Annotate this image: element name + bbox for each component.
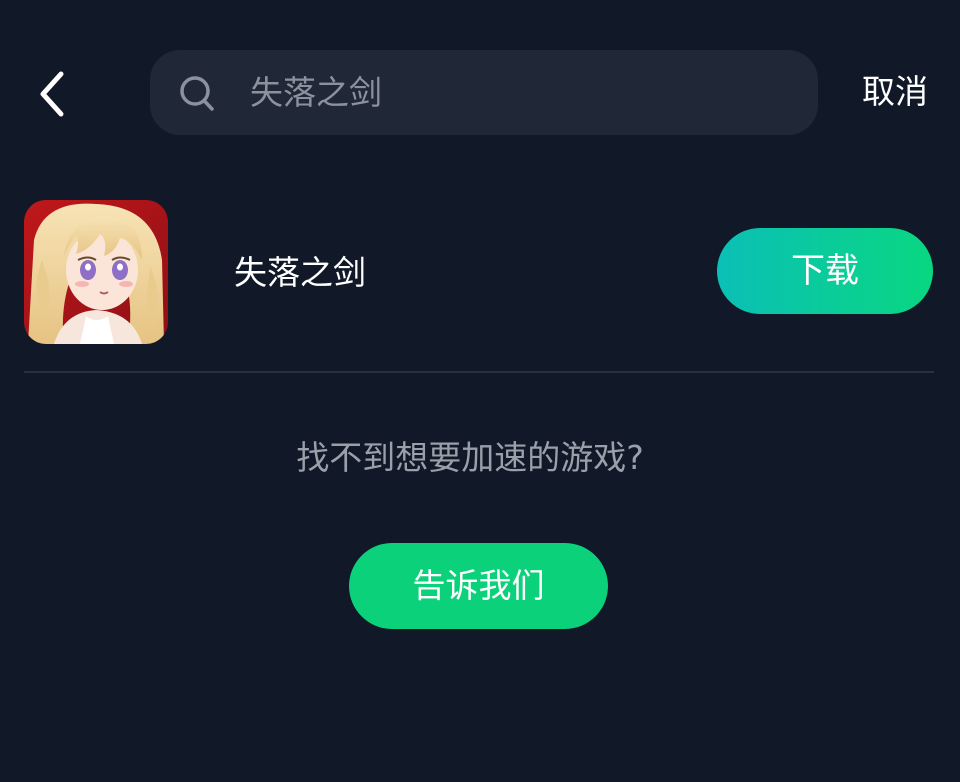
not-found-prompt: 找不到想要加速的游戏?: [296, 438, 644, 477]
search-bar[interactable]: [150, 50, 818, 135]
search-icon: [180, 76, 214, 111]
back-button[interactable]: [26, 64, 78, 124]
download-button[interactable]: 下载: [717, 228, 933, 314]
divider: [24, 371, 934, 373]
search-page: 取消: [0, 0, 960, 782]
game-title: 失落之剑: [234, 253, 366, 292]
tell-us-button[interactable]: 告诉我们: [349, 543, 608, 629]
cancel-button[interactable]: 取消: [862, 68, 928, 116]
anime-character-game-icon: [24, 200, 168, 344]
search-input[interactable]: [250, 68, 790, 118]
chevron-left-icon: [40, 71, 64, 117]
game-icon[interactable]: [24, 200, 168, 344]
